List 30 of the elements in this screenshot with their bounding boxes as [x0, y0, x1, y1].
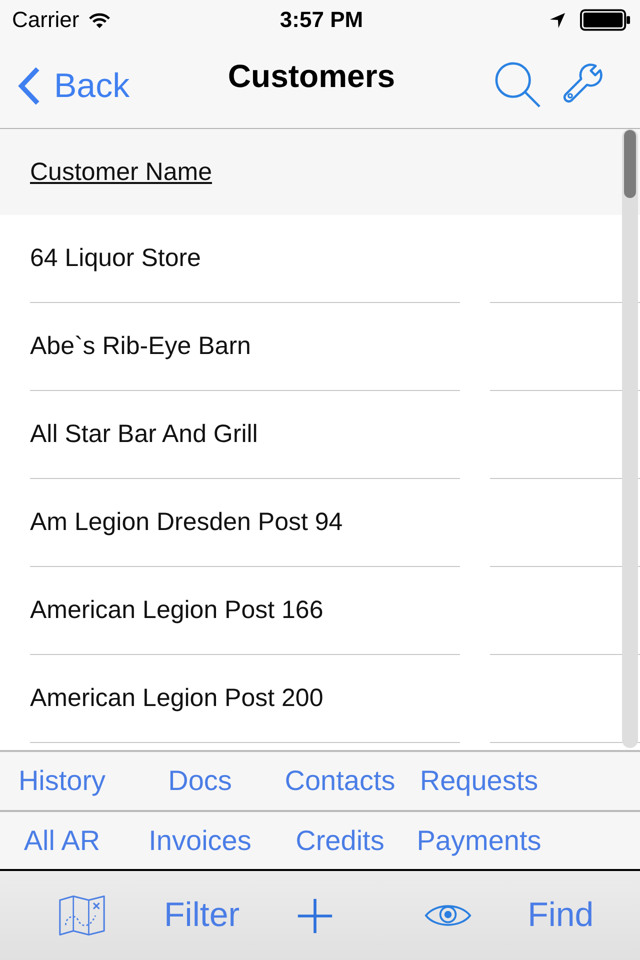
tab-button[interactable]: History	[17, 763, 107, 799]
chevron-left-icon	[16, 66, 42, 106]
tab-button[interactable]: Contacts	[284, 763, 396, 799]
wifi-icon	[88, 11, 112, 29]
tab-button[interactable]: Invoices	[148, 822, 252, 858]
carrier-name: Carrier	[12, 7, 80, 33]
search-icon[interactable]	[494, 60, 541, 108]
tab-button[interactable]: All AR	[22, 822, 102, 858]
screen-title: Customers	[228, 58, 396, 94]
battery-icon	[580, 9, 631, 31]
map-icon[interactable]	[58, 895, 106, 936]
scrollbar-thumb[interactable]	[624, 130, 636, 198]
tab-button[interactable]: Payments	[416, 822, 542, 858]
status-time: 3:57 PM	[280, 7, 364, 33]
column-header[interactable]: Customer Name	[30, 158, 212, 186]
tab-button[interactable]: Requests	[418, 763, 540, 799]
plus-icon[interactable]	[296, 896, 334, 934]
find-button[interactable]: Find	[528, 896, 594, 935]
table-cell[interactable]: Am Legion Dresden Post 94	[30, 508, 343, 537]
table-cell[interactable]: American Legion Post 200	[30, 684, 324, 713]
filter-button[interactable]: Filter	[164, 896, 240, 935]
tab-button[interactable]: Credits	[294, 822, 386, 858]
location-arrow-icon	[549, 12, 566, 28]
back-button[interactable]: Back	[16, 66, 130, 106]
tab-button[interactable]: Docs	[167, 763, 233, 799]
table-cell[interactable]: All Star Bar And Grill	[30, 420, 258, 449]
table-cell[interactable]: Abe`s Rib-Eye Barn	[30, 332, 251, 361]
table-cell[interactable]: American Legion Post 166	[30, 596, 324, 625]
eye-icon[interactable]	[424, 902, 472, 929]
table-cell[interactable]: 64 Liquor Store	[30, 244, 201, 273]
